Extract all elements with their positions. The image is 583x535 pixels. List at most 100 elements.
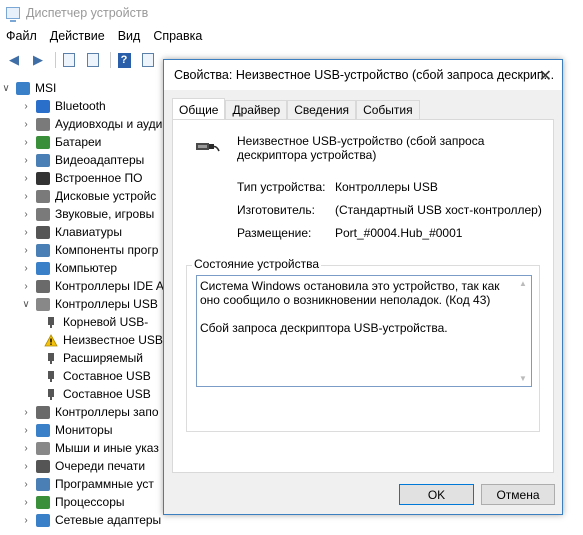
- chevron-right-icon[interactable]: ›: [20, 137, 32, 148]
- tree-category-item[interactable]: › Аудиовходы и ауди: [20, 115, 162, 133]
- tree-item-label: Процессоры: [55, 495, 125, 509]
- chevron-right-icon[interactable]: ›: [20, 155, 32, 166]
- device-status-legend: Состояние устройства: [192, 257, 322, 271]
- close-icon[interactable]: ✕: [539, 66, 552, 86]
- device-icon: [36, 441, 50, 455]
- device-icon: [44, 370, 58, 383]
- tree-item-label: Звуковые, игровы: [55, 207, 155, 221]
- device-icon: [36, 117, 50, 131]
- tree-category-item[interactable]: › Встроенное ПО: [20, 169, 142, 187]
- tree-category-item[interactable]: › Дисковые устройс: [20, 187, 156, 205]
- tree-root[interactable]: ∨ MSI: [0, 79, 56, 97]
- device-status-text: Система Windows остановила это устройств…: [200, 279, 500, 335]
- tab-driver[interactable]: Драйвер: [225, 100, 288, 119]
- chevron-right-icon[interactable]: ›: [20, 479, 32, 490]
- tree-item-label: Встроенное ПО: [55, 171, 143, 185]
- chevron-right-icon[interactable]: ›: [20, 227, 32, 238]
- forward-arrow-icon[interactable]: ▶: [28, 51, 48, 69]
- tree-category-item[interactable]: › Сетевые адаптеры: [20, 511, 161, 529]
- device-type-value: Контроллеры USB: [335, 180, 438, 194]
- device-icon: [36, 189, 50, 203]
- chevron-right-icon[interactable]: ›: [20, 119, 32, 130]
- tree-item-label: Аудиовходы и ауди: [55, 117, 163, 131]
- tab-events[interactable]: События: [356, 100, 420, 119]
- tree-item-label: Компьютер: [55, 261, 118, 275]
- menu-bar: Файл Действие Вид Справка: [0, 26, 583, 46]
- menu-view[interactable]: Вид: [118, 29, 141, 43]
- tree-item-label: Расширяемый: [63, 351, 143, 365]
- action-pane-icon[interactable]: [138, 51, 158, 69]
- device-icon: [36, 99, 50, 113]
- chevron-right-icon[interactable]: ›: [20, 425, 32, 436]
- tree-category-item[interactable]: › Звуковые, игровы: [20, 205, 154, 223]
- tree-item-label: Батареи: [55, 135, 102, 149]
- manufacturer-value: (Стандартный USB хост-контроллер): [335, 203, 542, 217]
- tree-item-label: Корневой USB-: [63, 315, 149, 329]
- tree-child-item[interactable]: Неизвестное USB: [44, 331, 163, 349]
- chevron-right-icon[interactable]: ›: [20, 497, 32, 508]
- device-status-textbox[interactable]: Система Windows остановила это устройств…: [196, 275, 532, 387]
- tree-item-label: Составное USB: [63, 369, 151, 383]
- chevron-right-icon[interactable]: ›: [20, 245, 32, 256]
- tree-child-item[interactable]: Корневой USB-: [44, 313, 148, 331]
- tree-category-item[interactable]: › Контроллеры запо: [20, 403, 158, 421]
- computer-icon: [16, 81, 30, 95]
- tree-category-item[interactable]: › Мониторы: [20, 421, 112, 439]
- help-icon[interactable]: ?: [114, 51, 134, 69]
- device-icon: [36, 243, 50, 257]
- properties-icon[interactable]: [83, 51, 103, 69]
- ok-button[interactable]: OK: [399, 484, 474, 505]
- scroll-up-icon[interactable]: ▲: [519, 279, 527, 288]
- scroll-down-icon[interactable]: ▼: [519, 374, 527, 383]
- tree-item-label: Клавиатуры: [55, 225, 122, 239]
- chevron-right-icon[interactable]: ›: [20, 191, 32, 202]
- chevron-right-icon[interactable]: ›: [20, 407, 32, 418]
- chevron-right-icon[interactable]: ›: [20, 515, 32, 526]
- tree-category-item[interactable]: › Клавиатуры: [20, 223, 122, 241]
- warning-icon: [44, 333, 58, 347]
- tree-category-item[interactable]: › Видеоадаптеры: [20, 151, 144, 169]
- tree-category-item[interactable]: › Контроллеры IDE A: [20, 277, 164, 295]
- chevron-down-icon[interactable]: ∨: [0, 83, 12, 94]
- tree-child-item[interactable]: Расширяемый: [44, 349, 143, 367]
- tree-category-item[interactable]: ∨ Контроллеры USB: [20, 295, 158, 313]
- tree-category-item[interactable]: › Очереди печати: [20, 457, 145, 475]
- menu-action[interactable]: Действие: [50, 29, 105, 43]
- tree-item-label: Контроллеры IDE A: [55, 279, 164, 293]
- device-name: Неизвестное USB-устройство (сбой запроса…: [237, 134, 485, 162]
- tree-category-item[interactable]: › Мыши и иные указ: [20, 439, 159, 457]
- tree-category-item[interactable]: › Bluetooth: [20, 97, 106, 115]
- tab-details[interactable]: Сведения: [287, 100, 357, 119]
- menu-file[interactable]: Файл: [6, 29, 37, 43]
- status-scrollbar[interactable]: ▲ ▼: [516, 276, 531, 386]
- device-icon: [36, 207, 50, 221]
- tree-category-item[interactable]: › Программные уст: [20, 475, 154, 493]
- chevron-right-icon[interactable]: ›: [20, 101, 32, 112]
- chevron-down-icon[interactable]: ∨: [20, 299, 32, 310]
- chevron-right-icon[interactable]: ›: [20, 281, 32, 292]
- chevron-right-icon[interactable]: ›: [20, 209, 32, 220]
- tab-general[interactable]: Общие: [172, 98, 226, 120]
- chevron-right-icon[interactable]: ›: [20, 443, 32, 454]
- menu-help[interactable]: Справка: [153, 29, 202, 43]
- cancel-button[interactable]: Отмена: [481, 484, 555, 505]
- back-arrow-icon[interactable]: ◀: [4, 51, 24, 69]
- tree-child-item[interactable]: Составное USB: [44, 385, 151, 403]
- chevron-right-icon[interactable]: ›: [20, 263, 32, 274]
- tree-item-label: Bluetooth: [55, 99, 106, 113]
- tree-category-item[interactable]: › Батареи: [20, 133, 101, 151]
- device-icon: [36, 171, 50, 185]
- tree-category-item[interactable]: › Компьютер: [20, 259, 117, 277]
- usb-connector-icon: [196, 143, 220, 152]
- console-tree-icon[interactable]: [59, 51, 79, 69]
- tree-item-label: Программные уст: [55, 477, 154, 491]
- manufacturer-label: Изготовитель:: [237, 203, 315, 217]
- device-icon: [36, 459, 50, 473]
- chevron-right-icon[interactable]: ›: [20, 461, 32, 472]
- device-icon: [36, 423, 50, 437]
- tree-category-item[interactable]: › Компоненты прогр: [20, 241, 158, 259]
- tree-category-item[interactable]: › Процессоры: [20, 493, 125, 511]
- device-icon: [36, 405, 50, 419]
- chevron-right-icon[interactable]: ›: [20, 173, 32, 184]
- tree-child-item[interactable]: Составное USB: [44, 367, 151, 385]
